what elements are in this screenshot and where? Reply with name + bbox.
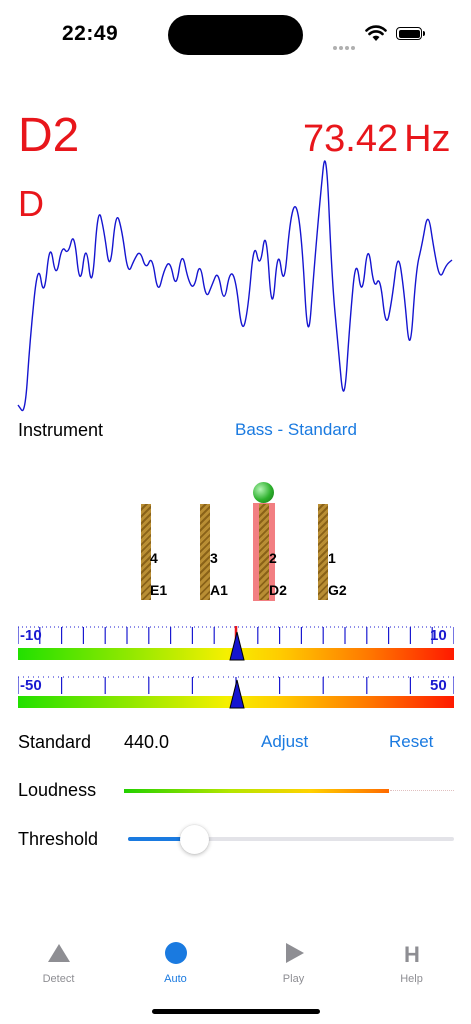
string-1-note: G2 (328, 582, 347, 598)
standard-value: 440.0 (124, 732, 170, 752)
battery-icon (396, 27, 425, 40)
waveform-display (17, 160, 453, 412)
instrument-label: Instrument (18, 420, 104, 440)
tab-auto[interactable]: Auto (117, 942, 234, 985)
tab-play[interactable]: Play (235, 942, 352, 985)
waveform-line (17, 160, 453, 412)
string-2-note: D2 (269, 582, 287, 598)
help-h-icon: H (404, 942, 420, 967)
reset-button[interactable]: Reset (389, 732, 433, 752)
adjust-button[interactable]: Adjust (261, 732, 308, 752)
tab-detect-label: Detect (42, 973, 75, 985)
instrument-selector[interactable]: Bass - Standard (235, 420, 357, 440)
threshold-slider-thumb[interactable] (180, 825, 209, 854)
string-4-note: E1 (150, 582, 168, 598)
string-4-number: 4 (150, 550, 158, 566)
tab-detect[interactable]: Detect (0, 942, 117, 985)
cellular-signal-icon (333, 37, 359, 50)
string-2-number: 2 (269, 550, 277, 566)
threshold-label: Threshold (18, 829, 99, 849)
fine-needle (229, 679, 245, 709)
loudness-meter-remainder (390, 790, 454, 791)
string-3-number: 3 (210, 550, 218, 566)
wifi-icon (365, 25, 387, 41)
cents-scale-min: -10 (20, 627, 42, 644)
home-indicator (152, 1009, 320, 1014)
active-string-indicator (253, 482, 274, 503)
string-3-note: A1 (210, 582, 228, 598)
triangle-icon (47, 944, 70, 962)
svg-text:H: H (404, 942, 420, 964)
fine-scale-max: 50 (430, 677, 447, 694)
fine-scale-min: -50 (20, 677, 42, 694)
dynamic-island (168, 15, 303, 55)
cents-scale-max: 10 (430, 627, 447, 644)
string-2[interactable] (259, 504, 269, 600)
tab-help-label: Help (400, 973, 423, 985)
circle-icon (164, 942, 187, 964)
tab-play-label: Play (282, 973, 305, 985)
string-1-number: 1 (328, 550, 336, 566)
tab-auto-label: Auto (164, 973, 187, 985)
tab-help[interactable]: H Help (353, 942, 470, 985)
string-selector: 4 E1 3 A1 2 D2 1 G2 (0, 470, 471, 610)
loudness-label: Loudness (18, 780, 97, 800)
play-icon (285, 943, 304, 963)
status-time: 22:49 (62, 22, 119, 45)
standard-label: Standard (18, 732, 92, 752)
string-3[interactable] (200, 504, 210, 600)
loudness-meter (124, 789, 389, 793)
cents-needle (229, 631, 245, 661)
string-1[interactable] (318, 504, 328, 600)
